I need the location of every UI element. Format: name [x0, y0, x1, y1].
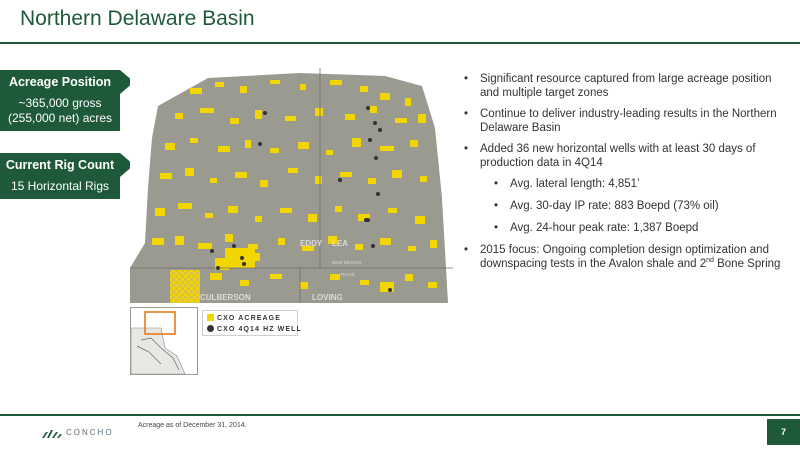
county-label-loving: LOVING: [312, 293, 343, 302]
sub-bullet-peak-rate: Avg. 24-hour peak rate: 1,387 Boepd: [462, 221, 792, 235]
legend-acreage-row: CXO ACREAGE: [207, 313, 281, 324]
key-points: Significant resource captured from large…: [462, 72, 792, 278]
page-title: Northern Delaware Basin: [20, 7, 255, 30]
county-label-eddy: EDDY: [300, 239, 323, 248]
basin-map-svg: EDDY LEA CULBERSON LOVING NEW MEXICO TEX…: [130, 68, 453, 308]
well-dot-icon: [207, 325, 214, 332]
acreage-position-body: ~365,000 gross (255,000 net) acres: [0, 94, 120, 131]
bullet-new-wells: Added 36 new horizontal wells with at le…: [462, 142, 792, 170]
logo-wordmark: CONCHO: [66, 428, 114, 437]
focus-text-b: Bone Spring: [713, 258, 781, 270]
acreage-swatch: [207, 314, 214, 321]
state-label-new-mexico: NEW MEXICO: [332, 260, 362, 265]
locator-inset-svg: [130, 308, 197, 375]
rig-count-value: 15 Horizontal Rigs: [10, 179, 110, 193]
acreage-gross: ~365,000 gross: [18, 96, 102, 110]
sub-bullet-lateral: Avg. lateral length: 4,851’: [462, 177, 792, 191]
legend-acreage-label: CXO ACREAGE: [217, 315, 281, 322]
basin-map: EDDY LEA CULBERSON LOVING NEW MEXICO TEX…: [130, 68, 453, 308]
legend-well-label: CXO 4Q14 HZ WELL: [217, 326, 302, 333]
county-label-lea: LEA: [332, 239, 348, 248]
focus-superscript: nd: [706, 257, 714, 265]
bullet-results: Continue to deliver industry-leading res…: [462, 107, 792, 135]
acreage-position-callout: Acreage Position ~365,000 gross (255,000…: [0, 70, 134, 131]
rig-count-label: Current Rig Count: [0, 153, 134, 177]
county-label-culberson: CULBERSON: [200, 293, 251, 302]
sub-bullet-ip-rate: Avg. 30-day IP rate: 883 Boepd (73% oil): [462, 199, 792, 213]
locator-inset-map: [130, 307, 198, 375]
map-legend: CXO ACREAGE CXO 4Q14 HZ WELL: [202, 310, 301, 336]
bullet-2015-focus: 2015 focus: Ongoing completion design op…: [462, 243, 792, 271]
rig-count-callout: Current Rig Count 15 Horizontal Rigs: [0, 153, 134, 199]
footer-divider: [0, 414, 800, 416]
rig-count-body: 15 Horizontal Rigs: [0, 177, 120, 199]
acreage-net: (255,000 net) acres: [7, 111, 113, 125]
checker-acreage: [170, 270, 200, 303]
acreage-position-label: Acreage Position: [0, 70, 134, 94]
legend-well-row: CXO 4Q14 HZ WELL: [207, 324, 302, 335]
footnote: Acreage as of December 31, 2014.: [138, 422, 247, 429]
basin-outline: [130, 73, 448, 303]
bullet-resource: Significant resource captured from large…: [462, 72, 792, 100]
title-divider: [0, 42, 800, 44]
page-number: 7: [767, 419, 800, 445]
state-label-texas: TEXAS: [340, 272, 355, 277]
